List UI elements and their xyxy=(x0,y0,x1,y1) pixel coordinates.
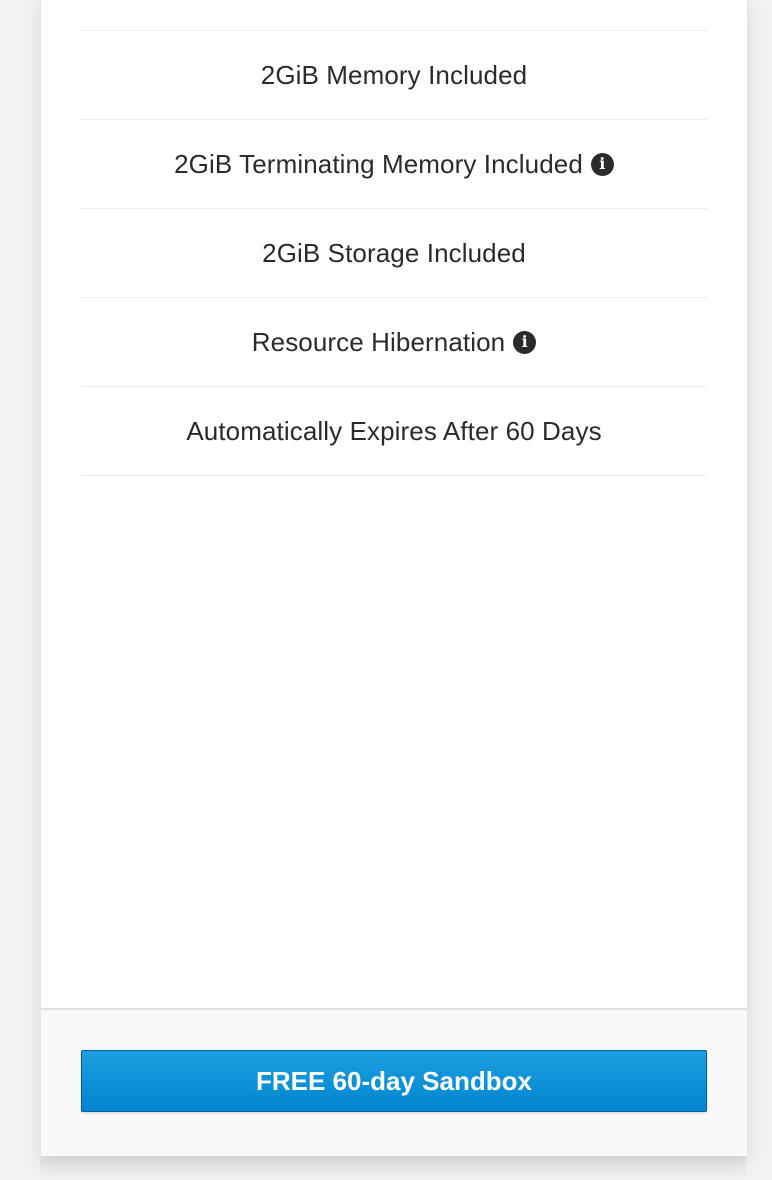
feature-item-terminating-memory: 2GiB Terminating Memory Included i xyxy=(81,120,707,209)
feature-item-truncated xyxy=(81,0,707,31)
feature-item-storage: 2GiB Storage Included xyxy=(81,209,707,298)
feature-label: 2GiB Storage Included xyxy=(262,237,526,268)
plan-card: 2GiB Memory Included 2GiB Terminating Me… xyxy=(40,0,748,1156)
feature-item-memory: 2GiB Memory Included xyxy=(81,31,707,120)
card-footer: FREE 60-day Sandbox xyxy=(41,1008,747,1156)
info-icon[interactable]: i xyxy=(513,330,537,354)
feature-label: 2GiB Terminating Memory Included xyxy=(174,148,583,179)
feature-list: 2GiB Memory Included 2GiB Terminating Me… xyxy=(81,0,707,476)
feature-item-expiry: Automatically Expires After 60 Days xyxy=(81,387,707,476)
feature-label: Automatically Expires After 60 Days xyxy=(186,415,602,446)
feature-label: 2GiB Memory Included xyxy=(260,59,528,90)
info-icon[interactable]: i xyxy=(590,152,614,176)
free-sandbox-button[interactable]: FREE 60-day Sandbox xyxy=(81,1050,707,1112)
feature-label: Resource Hibernation xyxy=(251,326,506,357)
feature-item-hibernation: Resource Hibernation i xyxy=(81,298,707,387)
card-shadow xyxy=(40,1156,746,1180)
